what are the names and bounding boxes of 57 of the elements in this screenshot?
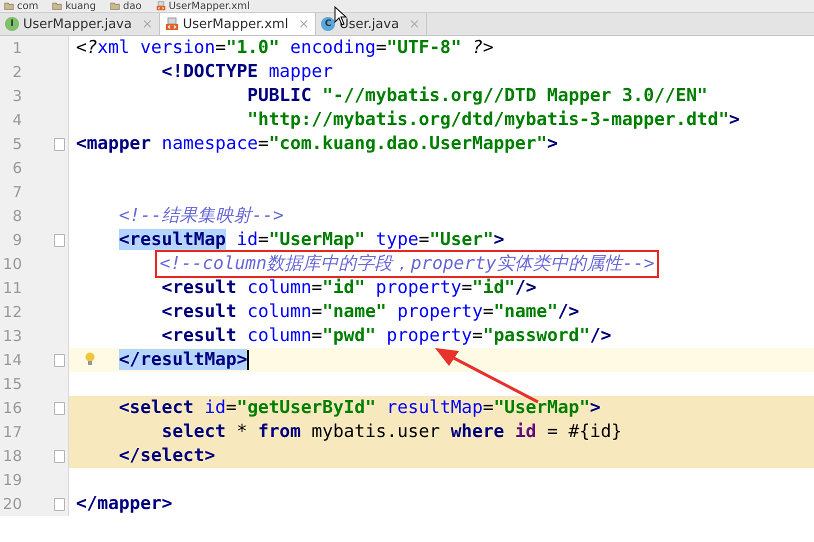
line-number: 4 bbox=[11, 111, 22, 129]
code-line: <resultMap id="UserMap" type="User"> bbox=[118, 229, 504, 251]
code-line: <!--column数据库中的字段，property实体类中的属性--> bbox=[158, 253, 656, 275]
folder-icon bbox=[4, 1, 14, 11]
fold-marker-icon[interactable] bbox=[54, 354, 65, 367]
line-number: 17 bbox=[2, 423, 22, 441]
fold-marker-icon[interactable] bbox=[54, 498, 65, 511]
lightbulb-icon[interactable] bbox=[85, 352, 95, 366]
code-line: </mapper> bbox=[76, 493, 172, 515]
breadcrumb-item[interactable]: kuang bbox=[65, 0, 96, 12]
code-line: <!DOCTYPE mapper bbox=[162, 61, 333, 83]
interface-icon: I bbox=[5, 17, 19, 31]
code-line: select * from mybatis.user where id = #{id} bbox=[162, 421, 622, 443]
tab-label[interactable]: UserMapper.xml bbox=[182, 16, 288, 32]
line-number: 10 bbox=[2, 255, 22, 273]
line-number: 15 bbox=[2, 375, 22, 393]
code-line: PUBLIC "-//mybatis.org//DTD Mapper 3.0//EN" bbox=[247, 85, 708, 107]
code-line: <!--结果集映射--> bbox=[118, 205, 284, 227]
line-number: 12 bbox=[2, 303, 22, 321]
tab-label[interactable]: User.java bbox=[339, 16, 400, 32]
line-number: 20 bbox=[2, 495, 22, 513]
fold-marker-icon[interactable] bbox=[54, 234, 65, 247]
line-number: 19 bbox=[2, 471, 22, 489]
editor-tab[interactable]: I UserMapper.java × bbox=[0, 13, 160, 35]
line-number: 5 bbox=[11, 135, 22, 153]
line-number: 8 bbox=[11, 207, 22, 225]
line-number: 1 bbox=[11, 39, 22, 57]
class-icon: C bbox=[321, 17, 336, 31]
xml-file-icon bbox=[164, 17, 179, 31]
code-line: </select> bbox=[118, 445, 216, 467]
code-line: <select id="getUserById" resultMap="UserMap"> bbox=[118, 397, 601, 419]
fold-marker-icon[interactable] bbox=[54, 402, 65, 415]
breadcrumb-item[interactable]: UserMapper.xml bbox=[168, 0, 250, 12]
breadcrumb-item[interactable]: com bbox=[17, 0, 38, 12]
line-number: 13 bbox=[2, 327, 22, 345]
folder-icon bbox=[110, 1, 120, 11]
line-number: 14 bbox=[2, 351, 22, 369]
code-line: <result column="pwd" property="password"/> bbox=[162, 325, 612, 347]
editor-tab[interactable]: UserMapper.xml × bbox=[160, 13, 316, 35]
code-line: "http://mybatis.org/dtd/mybatis-3-mapper.dtd"> bbox=[247, 109, 740, 131]
tab-label[interactable]: UserMapper.java bbox=[23, 16, 132, 32]
folder-icon bbox=[52, 1, 62, 11]
code-line: <?xml version="1.0" encoding="UTF-8" ?> bbox=[76, 37, 494, 59]
line-number: 11 bbox=[2, 279, 22, 297]
fold-marker-icon[interactable] bbox=[54, 450, 65, 463]
line-number: 2 bbox=[11, 63, 22, 81]
line-number: 9 bbox=[11, 231, 22, 249]
code-line: <result column="id" property="id"/> bbox=[162, 277, 536, 299]
line-number: 3 bbox=[11, 87, 22, 105]
line-number: 16 bbox=[2, 399, 22, 417]
breadcrumb-item[interactable]: dao bbox=[123, 0, 142, 12]
code-line: <mapper namespace="com.kuang.dao.UserMapper"> bbox=[76, 133, 558, 155]
line-number: 7 bbox=[11, 183, 22, 201]
code-line: <result column="name" property="name"/> bbox=[162, 301, 580, 323]
line-number: 6 bbox=[11, 159, 22, 177]
line-number: 18 bbox=[2, 447, 22, 465]
fold-marker-icon[interactable] bbox=[54, 138, 65, 151]
